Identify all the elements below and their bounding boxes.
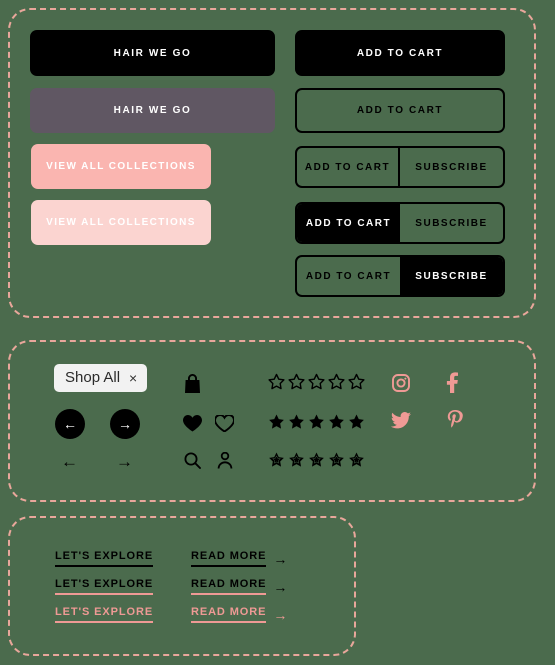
star-outline-icon [348, 373, 365, 390]
heart-filled-icon[interactable] [183, 415, 202, 437]
star-filled-icon [349, 414, 364, 429]
rating-stars-full[interactable] [268, 413, 365, 430]
subscribe-button[interactable]: SUBSCRIBE [400, 257, 503, 295]
star-filled-icon [329, 414, 344, 429]
add-to-cart-button[interactable]: ADD TO CART [297, 257, 400, 295]
split-button-primary-filled: ADD TO CART SUBSCRIBE [295, 202, 505, 244]
link-label: LET'S EXPLORE [55, 550, 154, 567]
read-more-link[interactable]: READ MORE → [191, 550, 288, 567]
add-to-cart-button[interactable]: ADD TO CART [297, 204, 400, 242]
facebook-icon[interactable] [446, 372, 458, 398]
link-label: READ MORE [191, 578, 267, 595]
link-label: READ MORE [191, 606, 267, 623]
chip-label: Shop All [65, 369, 121, 386]
split-button-outline: ADD TO CART SUBSCRIBE [295, 146, 505, 188]
star-outline-icon [288, 373, 305, 390]
heart-outline-icon[interactable] [214, 414, 235, 437]
view-all-collections-button[interactable]: VIEW ALL COLLECTIONS [31, 144, 211, 189]
star-half-icon [329, 452, 344, 467]
read-more-link[interactable]: READ MORE → [191, 606, 288, 623]
lets-explore-link[interactable]: LET'S EXPLORE [55, 550, 154, 567]
twitter-icon[interactable] [390, 412, 411, 434]
view-all-collections-button-light[interactable]: VIEW ALL COLLECTIONS [31, 200, 211, 245]
subscribe-button[interactable]: SUBSCRIBE [400, 148, 503, 186]
star-outline-icon [308, 373, 325, 390]
search-icon[interactable] [184, 452, 201, 474]
rating-stars-empty[interactable] [268, 373, 365, 390]
split-button-secondary-filled: ADD TO CART SUBSCRIBE [295, 255, 505, 297]
link-label: LET'S EXPLORE [55, 578, 154, 595]
link-label: LET'S EXPLORE [55, 606, 154, 623]
lets-explore-link[interactable]: LET'S EXPLORE [55, 606, 154, 623]
star-filled-icon [289, 414, 304, 429]
star-half-icon [349, 452, 364, 467]
add-to-cart-button-solid[interactable]: ADD TO CART [295, 30, 505, 76]
star-filled-icon [309, 414, 324, 429]
arrow-left-icon[interactable]: ← [61, 453, 78, 470]
star-filled-icon [269, 414, 284, 429]
add-to-cart-button[interactable]: ADD TO CART [297, 148, 400, 186]
read-more-link[interactable]: READ MORE → [191, 578, 288, 595]
add-to-cart-button-outline[interactable]: ADD TO CART [295, 88, 505, 133]
link-label: READ MORE [191, 550, 267, 567]
arrow-right-icon: → [273, 550, 289, 567]
pinterest-icon[interactable] [447, 410, 463, 435]
close-icon[interactable]: × [129, 371, 137, 385]
bag-icon[interactable] [184, 373, 201, 398]
user-icon[interactable] [217, 451, 233, 474]
rating-stars-half[interactable] [268, 451, 365, 468]
star-outline-icon [328, 373, 345, 390]
star-outline-icon [268, 373, 285, 390]
carousel-next-circle-button[interactable]: → [110, 409, 140, 439]
star-half-icon [309, 452, 324, 467]
star-half-icon [269, 452, 284, 467]
hair-we-go-button[interactable]: HAIR WE GO [30, 30, 275, 76]
arrow-right-icon[interactable]: → [116, 453, 133, 470]
subscribe-button[interactable]: SUBSCRIBE [400, 204, 503, 242]
star-half-icon [289, 452, 304, 467]
hair-we-go-button-hover[interactable]: HAIR WE GO [30, 88, 275, 133]
lets-explore-link[interactable]: LET'S EXPLORE [55, 578, 154, 595]
arrow-right-icon: → [273, 578, 289, 595]
carousel-prev-circle-button[interactable]: ← [55, 409, 85, 439]
instagram-icon[interactable] [392, 374, 410, 397]
arrow-right-icon: → [273, 606, 289, 623]
shop-all-chip[interactable]: Shop All × [54, 364, 148, 392]
